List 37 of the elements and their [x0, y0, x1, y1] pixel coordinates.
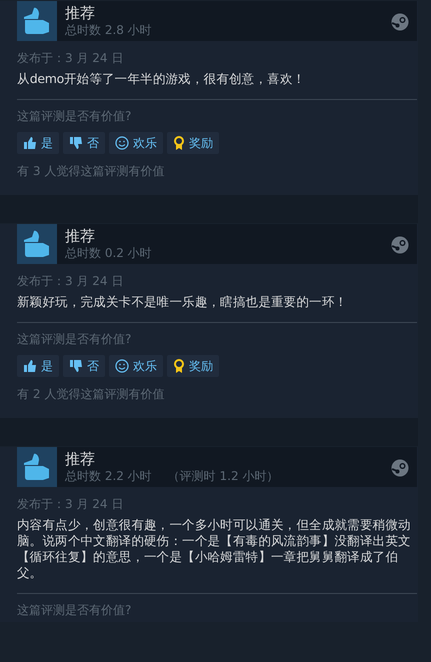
award-button[interactable]: 奖励 [167, 355, 219, 377]
playtime: 总时数 2.8 小时 [65, 22, 152, 38]
up-button[interactable]: 是 [17, 132, 59, 154]
verdict-title: 推荐 [65, 450, 96, 468]
post-date: 发布于：3 月 24 日 [17, 51, 124, 66]
helpful-count: 有 2 人觉得这篇评测有价值 [17, 387, 166, 402]
helpful-question: 这篇评测是否有价值? [17, 332, 132, 347]
funny-button[interactable]: 欢乐 [109, 355, 163, 377]
smiley-icon [115, 136, 129, 150]
helpful-question: 这篇评测是否有价值? [17, 603, 132, 618]
steam-icon [391, 236, 409, 254]
thumbs-down-icon [69, 136, 83, 150]
review-text: 内容有点少，创意很有趣，一个多小时可以通关，但全成就需要稍微动脑。说两个中文翻译的硬伤：一个是【有毒的风流韵事】没翻译出英文【循环往复】的意思，一个是【小哈姆雷特】一章把舅舅翻译成了伯父。 [17, 517, 412, 581]
playtime: 总时数 0.2 小时 [65, 245, 152, 261]
post-date: 发布于：3 月 24 日 [17, 497, 124, 512]
review-text: 新颖好玩，完成关卡不是唯一乐趣，瞎搞也是重要的一环！ [17, 294, 348, 310]
helpful-count: 有 3 人觉得这篇评测有价值 [17, 164, 166, 179]
thumbs-up-icon [23, 136, 37, 150]
post-date: 发布于：3 月 24 日 [17, 274, 124, 289]
review-text: 从demo开始等了一年半的游戏，很有创意，喜欢！ [17, 71, 306, 87]
up-button[interactable]: 是 [17, 355, 59, 377]
thumbs-down-icon [69, 359, 83, 373]
steam-icon [391, 458, 409, 477]
playtime: 总时数 2.2 小时 [65, 468, 152, 484]
verdict-title: 推荐 [65, 227, 96, 245]
smiley-icon [115, 359, 129, 373]
steam-icon [391, 12, 409, 31]
review-playtime: （评测时 1.2 小时） [168, 468, 278, 484]
down-button[interactable]: 否 [63, 355, 105, 377]
verdict-title: 推荐 [65, 4, 96, 22]
award-icon [173, 136, 185, 150]
award-icon [173, 358, 185, 374]
funny-button[interactable]: 欢乐 [109, 132, 163, 154]
helpful-question: 这篇评测是否有价值? [17, 109, 132, 124]
down-button[interactable]: 否 [63, 132, 105, 154]
award-button[interactable]: 奖励 [167, 132, 219, 154]
thumbs-up-icon [23, 359, 37, 373]
